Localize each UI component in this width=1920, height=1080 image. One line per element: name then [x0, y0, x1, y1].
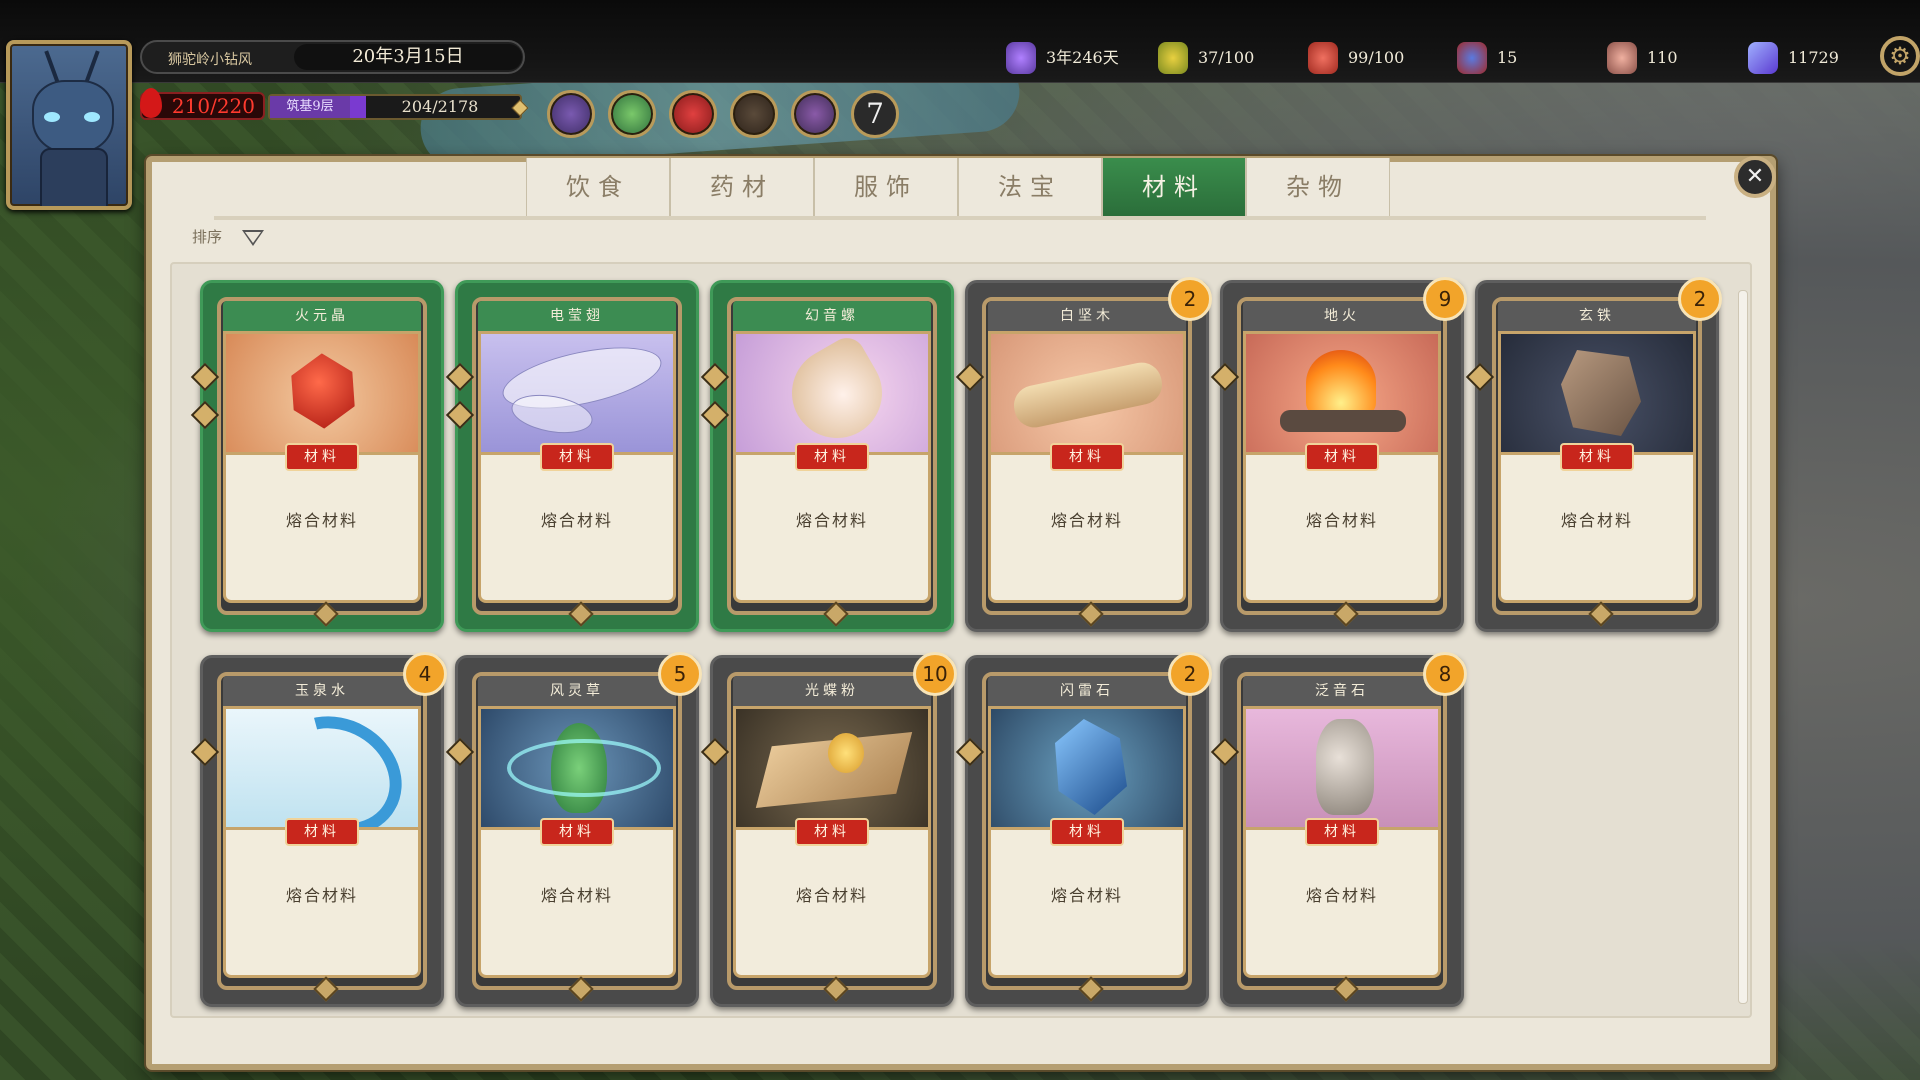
item-name: 闪雷石: [988, 676, 1186, 706]
wing-icon: [478, 331, 676, 455]
item-name: 玄铁: [1498, 301, 1696, 331]
item-category-tag: 材料: [1305, 818, 1379, 846]
player-name: 狮驼岭小钻风: [168, 52, 252, 68]
incense-icon: [1006, 42, 1036, 74]
item-category-tag: 材料: [285, 443, 359, 471]
close-icon[interactable]: ✕: [1734, 156, 1776, 198]
item-card[interactable]: 白坚木熔合材料 材料 2: [955, 277, 1212, 632]
grid-scrollbar[interactable]: [1738, 290, 1748, 1004]
item-count-badge: 2: [1678, 277, 1722, 321]
item-name: 电莹翅: [478, 301, 676, 331]
item-count-badge: 2: [1168, 652, 1212, 696]
item-description: 熔合材料: [478, 455, 676, 603]
player-avatar[interactable]: [6, 40, 132, 210]
tab-materials[interactable]: 材料: [1102, 158, 1246, 216]
tab-herbs[interactable]: 药材: [670, 158, 814, 216]
item-card[interactable]: 火元晶 熔合材料 材料: [190, 280, 444, 632]
item-description: 熔合材料: [1498, 455, 1696, 603]
item-name: 泛音石: [1243, 676, 1441, 706]
item-description: 熔合材料: [988, 830, 1186, 978]
gear-icon[interactable]: ⚙: [1880, 36, 1920, 76]
item-name: 火元晶: [223, 301, 421, 331]
item-description: 熔合材料: [1243, 455, 1441, 603]
cultivation-bar: 筑基9层 204/2178: [268, 94, 522, 120]
tab-treasures[interactable]: 法宝: [958, 158, 1102, 216]
item-card[interactable]: 幻音螺 熔合材料 材料: [700, 280, 954, 632]
item-name: 白坚木: [988, 301, 1186, 331]
disciple-icon: [1158, 42, 1188, 74]
more-buffs-counter[interactable]: 7: [851, 90, 899, 138]
buff-claw-icon[interactable]: [669, 90, 717, 138]
item-name: 地火: [1243, 301, 1441, 331]
conch-shell-icon: [733, 331, 931, 455]
cultivation-level: 筑基9层: [270, 96, 350, 118]
tab-misc[interactable]: 杂物: [1246, 158, 1390, 216]
water-swirl-icon: [223, 706, 421, 830]
buff-spirit-icon[interactable]: [547, 90, 595, 138]
item-card[interactable]: 玄铁熔合材料 材料 2: [1465, 277, 1722, 632]
item-count-badge: 8: [1423, 652, 1467, 696]
cultivation-exp: 204/2178: [401, 97, 479, 116]
item-card[interactable]: 光蝶粉熔合材料 材料 10: [700, 652, 957, 1007]
fire-crystal-icon: [223, 331, 421, 455]
herb-icon: [478, 706, 676, 830]
player-info-pill: 狮驼岭小钻风 20年3月15日: [140, 40, 525, 74]
item-category-tag: 材料: [1560, 443, 1634, 471]
item-count-badge: 4: [403, 652, 447, 696]
sort-dropdown-icon[interactable]: [242, 230, 264, 246]
item-category-tag: 材料: [540, 818, 614, 846]
spirit-stone-icon: [1748, 42, 1778, 74]
tab-divider: [214, 216, 1706, 220]
item-count-badge: 10: [913, 652, 957, 696]
buff-herb-icon[interactable]: [608, 90, 656, 138]
cultivation-progress-fill: [350, 96, 366, 118]
iron-ore-icon: [1498, 331, 1696, 455]
mask-icon: [1457, 42, 1487, 74]
item-category-tag: 材料: [285, 818, 359, 846]
campfire-icon: [1243, 331, 1441, 455]
item-description: 熔合材料: [478, 830, 676, 978]
item-count-badge: 5: [658, 652, 702, 696]
item-card[interactable]: 电莹翅 熔合材料 材料: [445, 280, 699, 632]
prayer-hands-icon: [1607, 42, 1637, 74]
game-date: 20年3月15日: [294, 44, 522, 70]
item-card[interactable]: 玉泉水熔合材料 材料 4: [190, 652, 447, 1007]
item-description: 熔合材料: [223, 455, 421, 603]
item-description: 熔合材料: [223, 830, 421, 978]
item-category-tag: 材料: [795, 818, 869, 846]
buff-boots-icon[interactable]: [730, 90, 778, 138]
item-description: 熔合材料: [1243, 830, 1441, 978]
item-category-tag: 材料: [540, 443, 614, 471]
meat-icon: [1308, 42, 1338, 74]
resonance-stone-icon: [1243, 706, 1441, 830]
item-count-badge: 9: [1423, 277, 1467, 321]
butterfly-powder-icon: [733, 706, 931, 830]
tab-clothing[interactable]: 服饰: [814, 158, 958, 216]
item-name: 风灵草: [478, 676, 676, 706]
item-card[interactable]: 风灵草熔合材料 材料 5: [445, 652, 702, 1007]
thunder-stone-icon: [988, 706, 1186, 830]
item-category-tag: 材料: [795, 443, 869, 471]
item-name: 玉泉水: [223, 676, 421, 706]
item-count-badge: 2: [1168, 277, 1212, 321]
item-card[interactable]: 闪雷石熔合材料 材料 2: [955, 652, 1212, 1007]
item-card[interactable]: 泛音石熔合材料 材料 8: [1210, 652, 1467, 1007]
item-card[interactable]: 地火熔合材料 材料 9: [1210, 277, 1467, 632]
item-description: 熔合材料: [733, 830, 931, 978]
buff-potion-icon[interactable]: [791, 90, 839, 138]
blood-drop-icon: [140, 88, 162, 118]
log-icon: [988, 331, 1186, 455]
tab-food[interactable]: 饮食: [526, 158, 670, 216]
item-category-tag: 材料: [1050, 443, 1124, 471]
item-name: 光蝶粉: [733, 676, 931, 706]
sort-label[interactable]: 排序: [192, 226, 222, 247]
item-description: 熔合材料: [988, 455, 1186, 603]
item-category-tag: 材料: [1305, 443, 1379, 471]
item-name: 幻音螺: [733, 301, 931, 331]
item-description: 熔合材料: [733, 455, 931, 603]
item-category-tag: 材料: [1050, 818, 1124, 846]
